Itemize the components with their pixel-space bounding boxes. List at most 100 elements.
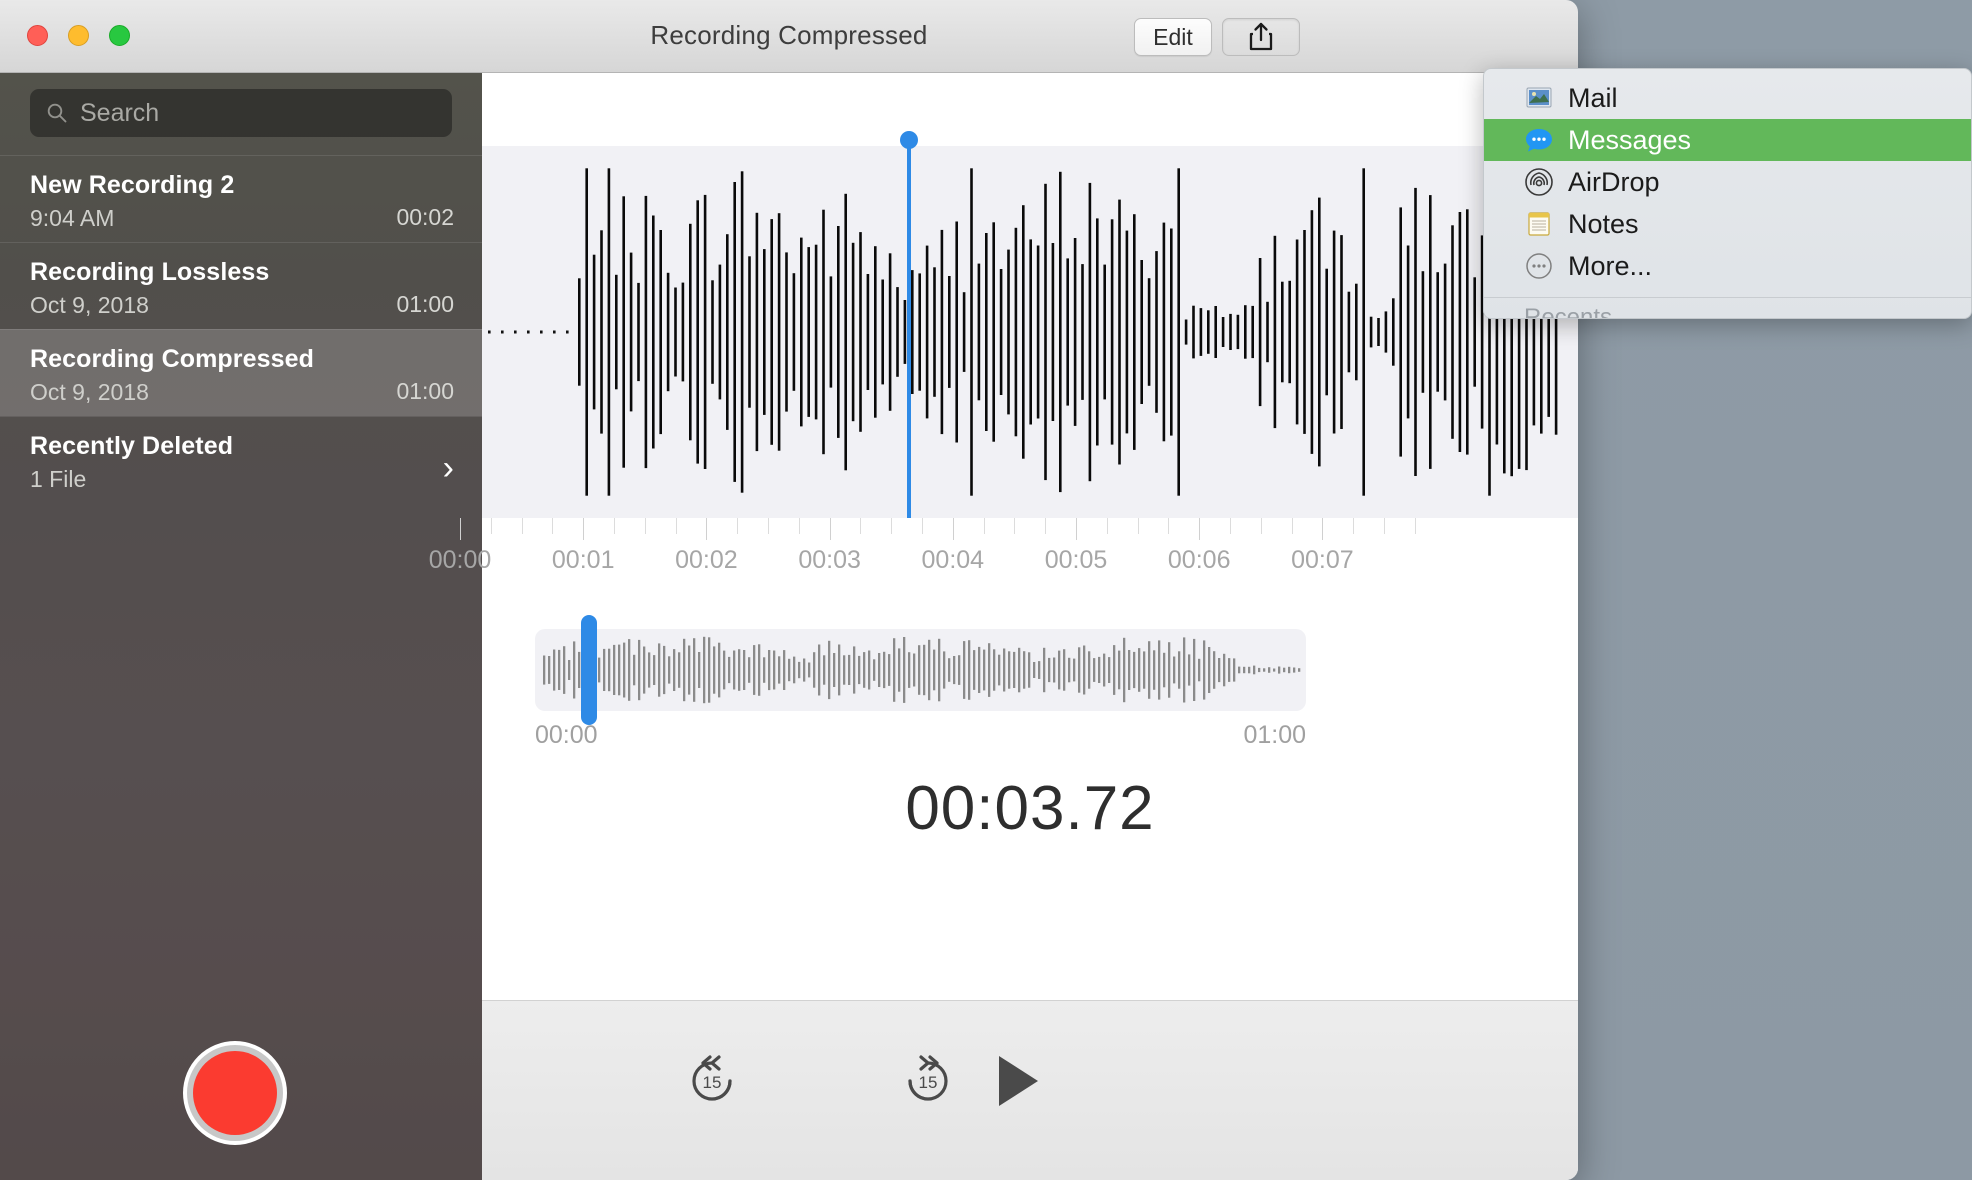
playhead[interactable] <box>900 131 918 581</box>
search-icon <box>47 103 67 123</box>
playhead-top-knob[interactable] <box>900 131 918 149</box>
skip-forward-15-button[interactable]: 15 <box>896 1049 960 1113</box>
page-title: Recording Compressed <box>650 20 928 50</box>
ruler-label: 00:03 <box>798 546 861 574</box>
share-menu-item-label: Messages <box>1568 124 1692 155</box>
scrubber-track[interactable] <box>535 615 1306 725</box>
recording-duration: 00:02 <box>396 204 454 230</box>
ruler-label: 00:02 <box>675 546 738 574</box>
ruler-tick <box>829 518 831 540</box>
share-menu-item-label: Notes <box>1568 208 1639 239</box>
recording-title: Recently Deleted <box>30 432 234 460</box>
ruler-minor-tick <box>521 518 523 534</box>
detail-pane: 00:00 00:01 00:02 00:03 00:04 00:05 00:06 00:07… <box>429 73 1578 1180</box>
ruler-minor-tick <box>1353 518 1355 534</box>
search-field[interactable] <box>30 89 452 137</box>
ruler-tick <box>1199 518 1201 540</box>
sidebar: New Recording 2 9:04 AM 00:02 Recording Los… <box>0 73 482 1180</box>
skip-back-15-button[interactable]: 15 <box>680 1049 744 1113</box>
record-button[interactable] <box>193 1051 277 1135</box>
recordings-list: New Recording 2 9:04 AM 00:02 Recording Los… <box>0 155 482 503</box>
share-button[interactable] <box>1222 18 1300 56</box>
share-menu-item-messages[interactable]: Messages <box>1484 119 1971 161</box>
share-icon <box>1249 22 1273 51</box>
share-menu[interactable]: Mail Messages AirDrop Notes More... Recents … <box>1483 68 1972 319</box>
transport-bar: 15 15 <box>482 1000 1578 1180</box>
ruler-minor-tick <box>1260 518 1262 534</box>
rewind-15-icon: 15 <box>692 1055 732 1101</box>
waveform-panel[interactable] <box>482 146 1578 518</box>
ruler-minor-tick <box>644 518 646 534</box>
ruler-tick <box>583 518 585 540</box>
ruler-minor-tick <box>490 518 492 534</box>
recording-list-item[interactable]: Recording Compressed Oct 9, 2018 01:00 <box>0 329 482 416</box>
ruler-label: 00:00 <box>428 546 492 574</box>
ruler-minor-tick <box>1137 518 1139 534</box>
recording-subtitle: Oct 9, 2018 <box>30 379 149 405</box>
current-time-display: 00:03.72 <box>905 774 1155 843</box>
menu-divider <box>1484 297 1971 298</box>
ruler-label: 00:07 <box>1291 546 1354 574</box>
scrubber-start-label: 00:00 <box>535 721 598 749</box>
scrubber-handle[interactable] <box>581 615 597 725</box>
ruler-minor-tick <box>1414 518 1416 534</box>
ruler-label: 00:06 <box>1167 546 1231 574</box>
ruler-minor-tick <box>922 518 923 534</box>
share-menu-item-airdrop[interactable]: AirDrop <box>1484 161 1971 203</box>
ruler-minor-tick <box>1168 518 1170 534</box>
share-menu-item-label: Mail <box>1568 82 1618 113</box>
recording-list-item[interactable]: Recording Lossless Oct 9, 2018 01:00 <box>0 242 482 329</box>
ruler-minor-tick <box>1384 518 1385 534</box>
forward-amount-label: 15 <box>919 1073 938 1092</box>
rewind-amount-label: 15 <box>703 1073 722 1092</box>
ruler-label: 00:01 <box>551 546 615 574</box>
share-menu-item-notes[interactable]: Notes <box>1484 203 1971 245</box>
ruler-label: 00:04 <box>921 546 985 574</box>
recents-heading: Recents <box>1524 304 1613 319</box>
waveform-graph <box>488 168 1558 496</box>
ruler-minor-tick <box>860 518 862 534</box>
recording-title: Recording Compressed <box>30 345 315 373</box>
share-menu-item-label: More... <box>1568 250 1653 281</box>
ruler-minor-tick <box>983 518 985 534</box>
ruler-minor-tick <box>768 518 769 534</box>
ruler-tick <box>1076 518 1077 540</box>
ruler-label: 00:05 <box>1044 546 1108 574</box>
share-menu-item-more[interactable]: More... <box>1484 245 1971 287</box>
recording-duration: 01:00 <box>396 378 454 404</box>
ruler-minor-tick <box>737 518 739 534</box>
recording-duration: 01:00 <box>396 291 454 317</box>
notes-icon <box>1524 209 1554 239</box>
recording-list-item[interactable]: New Recording 2 9:04 AM 00:02 <box>0 155 482 242</box>
play-icon <box>999 1056 1038 1106</box>
scrubber-end-label: 01:00 <box>1243 721 1306 749</box>
ruler-minor-tick <box>675 518 677 534</box>
more-icon <box>1524 251 1554 281</box>
chevron-right-icon[interactable]: › <box>443 451 454 485</box>
ruler-minor-tick <box>798 518 800 534</box>
recording-list-item[interactable]: Recently Deleted 1 File › <box>0 416 482 503</box>
recording-subtitle: 9:04 AM <box>30 205 115 231</box>
ruler-minor-tick <box>1045 518 1047 534</box>
recording-title: Recording Lossless <box>30 258 270 286</box>
ruler-tick <box>1322 518 1324 540</box>
recording-subtitle: 1 File <box>30 466 87 492</box>
airdrop-icon <box>1524 167 1554 197</box>
ruler-minor-tick <box>1291 518 1293 534</box>
window-titlebar: Recording Compressed Edit <box>0 0 1578 73</box>
share-menu-item-label: AirDrop <box>1568 166 1660 197</box>
search-input[interactable] <box>80 98 436 128</box>
play-button[interactable] <box>986 1049 1050 1113</box>
timeline-ruler[interactable]: 00:00 00:01 00:02 00:03 00:04 00:05 00:06 00:07 <box>429 518 1578 603</box>
messages-icon <box>1524 125 1554 155</box>
edit-button[interactable]: Edit <box>1134 18 1212 56</box>
voice-memos-window: Recording Compressed Edit New Recording … <box>0 0 1578 1180</box>
share-menu-item-mail[interactable]: Mail <box>1484 77 1971 119</box>
ruler-minor-tick <box>1230 518 1231 534</box>
recording-subtitle: Oct 9, 2018 <box>30 292 149 318</box>
scrubber-waveform <box>543 636 1301 704</box>
ruler-tick <box>952 518 954 540</box>
ruler-minor-tick <box>552 518 554 534</box>
ruler-tick <box>460 518 461 540</box>
ruler-minor-tick <box>1106 518 1108 534</box>
